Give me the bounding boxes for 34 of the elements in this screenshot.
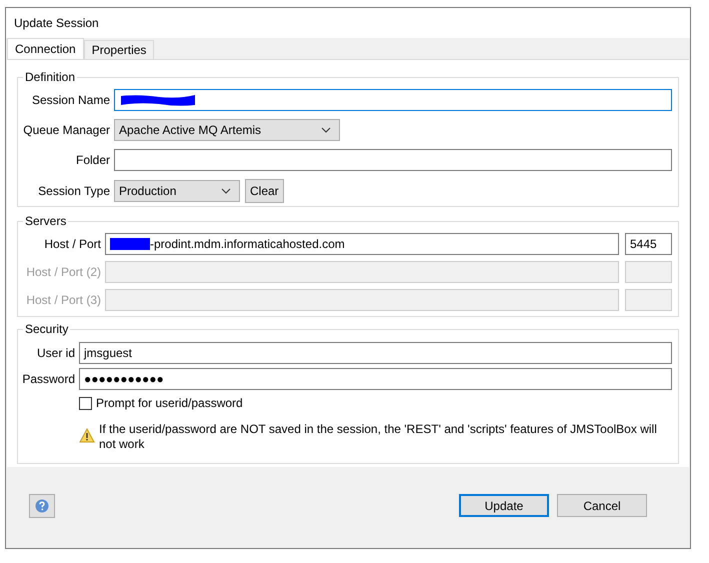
field-label: Session Name <box>32 92 110 109</box>
field-label: Host / Port <box>44 236 101 253</box>
group-title: Security <box>23 321 70 337</box>
chevron-down-icon <box>221 188 231 194</box>
user-id-field[interactable]: jmsguest <box>79 342 672 364</box>
chevron-down-icon <box>321 127 331 133</box>
session-name-field[interactable] <box>114 89 672 111</box>
port-field[interactable] <box>625 261 672 283</box>
window-title: Update Session <box>14 15 99 32</box>
clear-button[interactable]: Clear <box>245 179 284 203</box>
tab[interactable]: Properties <box>84 40 154 59</box>
field-label: Folder <box>76 152 110 169</box>
help-icon <box>35 498 49 512</box>
dialog-button[interactable]: Cancel <box>557 494 647 517</box>
session-type-dropdown[interactable]: Production <box>114 180 240 202</box>
password-field[interactable]: ●●●●●●●●●●● <box>79 368 672 390</box>
checkbox[interactable] <box>79 396 92 410</box>
warning-icon <box>79 428 95 443</box>
host-field[interactable]: -prodint.mdm.informaticahosted.com <box>105 233 619 255</box>
help-button[interactable] <box>29 494 55 518</box>
field-label: Session Type <box>38 183 110 200</box>
warning-message: If the userid/password are NOT saved in the session, the 'REST' and 'scripts' features of JMSToolBox will not work <box>99 422 658 452</box>
field-label: Host / Port (3) <box>26 292 101 309</box>
queue-manager-dropdown[interactable]: Apache Active MQ Artemis <box>114 119 340 141</box>
port-field[interactable]: 5445 <box>625 233 672 255</box>
field-label: Queue Manager <box>23 122 110 139</box>
dialog-button[interactable]: Update <box>459 494 549 517</box>
port-field[interactable] <box>625 289 672 311</box>
field-label: Password <box>22 371 75 388</box>
field-label: User id <box>36 345 75 362</box>
checkbox-label: Prompt for userid/password <box>96 395 243 412</box>
tab[interactable]: Connection <box>7 38 84 59</box>
field-label: Host / Port (2) <box>26 264 101 281</box>
folder-field[interactable] <box>114 149 672 171</box>
